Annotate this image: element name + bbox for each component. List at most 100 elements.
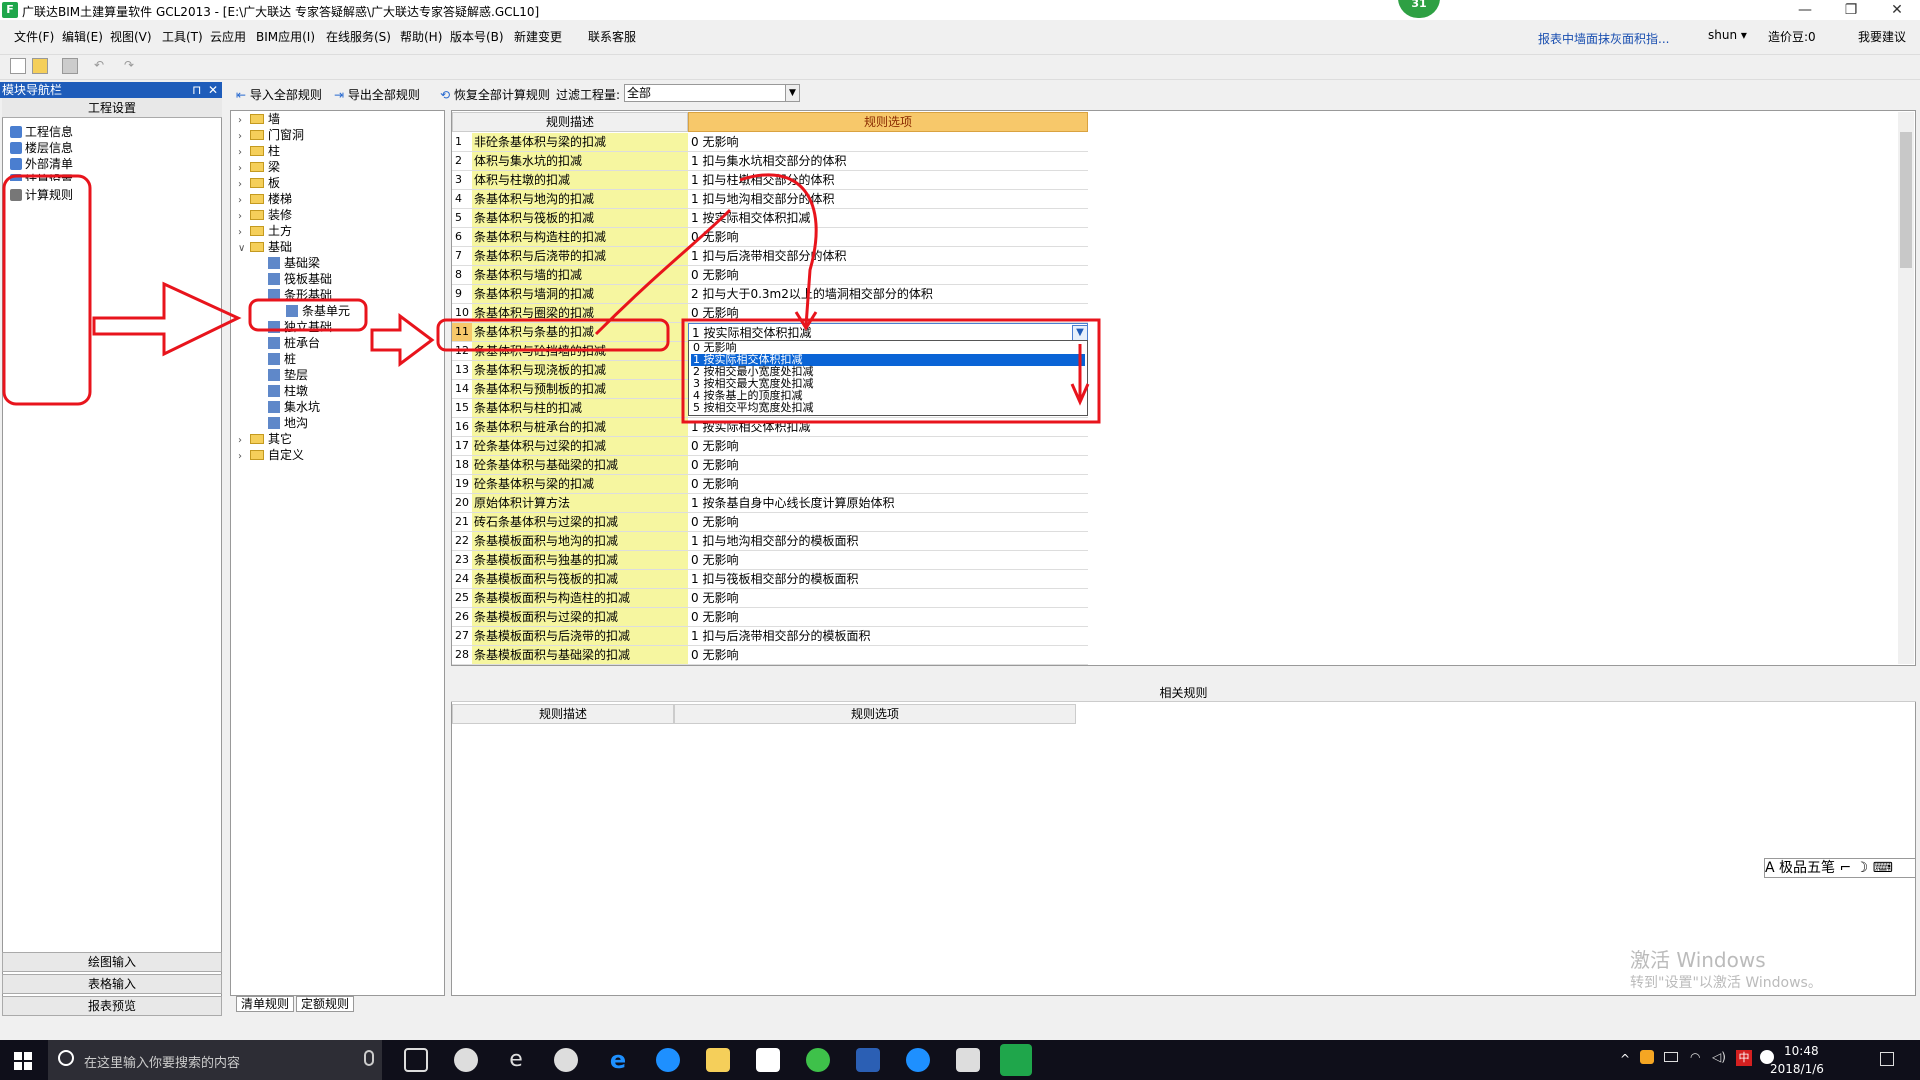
file-explorer-icon[interactable] xyxy=(706,1048,730,1072)
table-row[interactable]: 17 砼条基体积与过梁的扣减 0 无影响 xyxy=(452,437,1088,456)
network-icon[interactable]: ◠ xyxy=(1690,1050,1700,1064)
table-row[interactable]: 8 条基体积与墙的扣减 0 无影响 xyxy=(452,266,1088,285)
tree-node[interactable]: 筏板基础 xyxy=(256,272,332,286)
table-row[interactable]: 24 条基模板面积与筏板的扣减 1 扣与筏板相交部分的模板面积 xyxy=(452,570,1088,589)
tab-quota-rules[interactable]: 定额规则 xyxy=(296,996,355,1012)
news-link[interactable]: 报表中墙面抹灰面积指... xyxy=(1538,30,1669,47)
table-row[interactable]: 28 条基模板面积与基础梁的扣减 0 无影响 xyxy=(452,646,1088,665)
rule-option-cell[interactable]: 1 扣与筏板相交部分的模板面积 xyxy=(688,570,1088,588)
save-icon[interactable] xyxy=(62,58,78,74)
menu-view[interactable]: 视图(V) xyxy=(110,28,152,45)
user-menu[interactable]: shun ▾ xyxy=(1708,28,1747,42)
tree-node[interactable]: 桩 xyxy=(256,352,296,366)
maximize-button[interactable]: ❐ xyxy=(1828,0,1874,20)
table-row[interactable]: 16 条基体积与桩承台的扣减 1 按实际相交体积扣减 xyxy=(452,418,1088,437)
menu-bim[interactable]: BIM应用(I) xyxy=(256,28,315,45)
chevron-down-icon[interactable]: ▼ xyxy=(785,85,799,101)
ime-toolbar[interactable]: A 极品五笔 ⌐ ☽ ⌨ xyxy=(1764,858,1916,878)
menu-new-change[interactable]: 新建变更 xyxy=(514,28,562,45)
ime-tray-indicator[interactable]: 中 xyxy=(1736,1050,1752,1066)
table-row[interactable]: 25 条基模板面积与构造柱的扣减 0 无影响 xyxy=(452,589,1088,608)
chevron-right-icon[interactable]: › xyxy=(238,146,250,160)
tree-node[interactable]: 集水坑 xyxy=(256,400,320,414)
nav-item-calc-settings[interactable]: 计算设置 xyxy=(10,171,73,181)
nav-item-project-info[interactable]: 工程信息 xyxy=(10,123,73,140)
rule-option-dropdown[interactable]: 0 无影响 1 按实际相交体积扣减 2 按相交最小宽度处扣减 3 按相交最大宽度处扣减… xyxy=(688,340,1088,416)
microphone-icon[interactable] xyxy=(364,1050,374,1066)
battery-icon[interactable] xyxy=(1664,1052,1678,1062)
tree-node[interactable]: › 梁 xyxy=(238,160,280,174)
chevron-down-icon[interactable]: ∨ xyxy=(238,242,250,256)
rule-option-cell[interactable]: 1 按实际相交体积扣减 xyxy=(688,209,1088,227)
table-row[interactable]: 20 原始体积计算方法 1 按条基自身中心线长度计算原始体积 xyxy=(452,494,1088,513)
task-view-icon[interactable] xyxy=(404,1048,428,1072)
rule-option-cell[interactable]: 1 扣与后浇带相交部分的体积 xyxy=(688,247,1088,265)
chevron-right-icon[interactable]: › xyxy=(238,434,250,448)
menu-online[interactable]: 在线服务(S) xyxy=(326,28,391,45)
close-icon[interactable]: ✕ xyxy=(208,82,218,98)
menu-file[interactable]: 文件(F) xyxy=(14,28,54,45)
undo-icon[interactable]: ↶ xyxy=(94,58,110,74)
rule-option-cell[interactable]: 0 无影响 xyxy=(688,304,1088,322)
rule-option-cell[interactable]: 0 无影响 xyxy=(688,228,1088,246)
menu-help[interactable]: 帮助(H) xyxy=(400,28,442,45)
filter-select[interactable]: 全部 ▼ xyxy=(624,84,800,102)
clock-time[interactable]: 10:48 xyxy=(1784,1044,1819,1058)
tree-node[interactable]: › 门窗洞 xyxy=(238,128,304,142)
tree-node[interactable]: › 其它 xyxy=(238,432,292,446)
table-row[interactable]: 1 非砼条基体积与梁的扣减 0 无影响 xyxy=(452,133,1088,152)
nav-item-floor-info[interactable]: 楼层信息 xyxy=(10,139,73,156)
rule-option-cell[interactable]: 1 扣与地沟相交部分的模板面积 xyxy=(688,532,1088,550)
import-all-rules-button[interactable]: ⇤ 导入全部规则 xyxy=(236,86,322,103)
restore-all-rules-button[interactable]: ⟲ 恢复全部计算规则 xyxy=(440,86,550,103)
tab-project-settings[interactable]: 工程设置 xyxy=(2,98,222,118)
rule-option-cell[interactable]: 2 扣与大于0.3m2以上的墙洞相交部分的体积 xyxy=(688,285,1088,303)
tree-node[interactable]: › 板 xyxy=(238,176,280,190)
rule-option-cell[interactable]: 1 按实际相交体积扣减 xyxy=(688,323,1088,341)
table-row[interactable]: 9 条基体积与墙洞的扣减 2 扣与大于0.3m2以上的墙洞相交部分的体积 xyxy=(452,285,1088,304)
rule-option-cell[interactable]: 1 扣与柱墩相交部分的体积 xyxy=(688,171,1088,189)
table-row[interactable]: 23 条基模板面积与独基的扣减 0 无影响 xyxy=(452,551,1088,570)
glodon-app-icon[interactable] xyxy=(906,1048,930,1072)
store-icon[interactable] xyxy=(756,1048,780,1072)
tab-table-input[interactable]: 表格输入 xyxy=(2,974,222,994)
tree-node[interactable]: 桩承台 xyxy=(256,336,320,350)
rule-option-cell[interactable]: 0 无影响 xyxy=(688,266,1088,284)
pin-icon[interactable]: ⊓ xyxy=(192,82,201,98)
grid-scrollbar-thumb[interactable] xyxy=(1900,132,1912,268)
rule-option-cell[interactable]: 0 无影响 xyxy=(688,551,1088,569)
table-row[interactable]: 6 条基体积与构造柱的扣减 0 无影响 xyxy=(452,228,1088,247)
table-row[interactable]: 10 条基体积与圈梁的扣减 0 无影响 xyxy=(452,304,1088,323)
chevron-right-icon[interactable]: › xyxy=(238,178,250,192)
menu-cloud[interactable]: 云应用 xyxy=(210,28,246,45)
close-button[interactable]: ✕ xyxy=(1874,0,1920,20)
nav-item-external-list[interactable]: 外部清单 xyxy=(10,155,73,172)
table-row[interactable]: 21 砖石条基体积与过梁的扣减 0 无影响 xyxy=(452,513,1088,532)
fan-app-icon[interactable] xyxy=(454,1048,478,1072)
tree-node[interactable]: ∨ 基础 xyxy=(238,240,292,254)
price-beans[interactable]: 造价豆:0 xyxy=(1768,28,1816,45)
tab-list-rules[interactable]: 清单规则 xyxy=(236,996,295,1012)
tree-node[interactable]: › 墙 xyxy=(238,112,280,126)
table-row[interactable]: 4 条基体积与地沟的扣减 1 扣与地沟相交部分的体积 xyxy=(452,190,1088,209)
rule-option-cell[interactable]: 0 无影响 xyxy=(688,133,1088,151)
table-row[interactable]: 18 砼条基体积与基础梁的扣减 0 无影响 xyxy=(452,456,1088,475)
rule-option-cell[interactable]: 0 无影响 xyxy=(688,589,1088,607)
rule-option-cell[interactable]: 1 按实际相交体积扣减 xyxy=(688,418,1088,436)
nav-item-calc-rules[interactable]: 计算规则 xyxy=(10,186,73,203)
edge-browser-icon[interactable]: e xyxy=(606,1048,630,1072)
table-row[interactable]: 19 砼条基体积与梁的扣减 0 无影响 xyxy=(452,475,1088,494)
ie-browser-icon[interactable]: e xyxy=(504,1048,528,1072)
tree-node[interactable]: 条基单元 xyxy=(274,304,350,318)
tree-node[interactable]: › 自定义 xyxy=(238,448,304,462)
menu-tools[interactable]: 工具(T) xyxy=(162,28,203,45)
table-row[interactable]: 22 条基模板面积与地沟的扣减 1 扣与地沟相交部分的模板面积 xyxy=(452,532,1088,551)
minimize-button[interactable]: — xyxy=(1782,0,1828,20)
clock-date[interactable]: 2018/1/6 xyxy=(1770,1062,1824,1076)
gcl-app-icon[interactable] xyxy=(1000,1044,1032,1076)
rule-option-cell[interactable]: 0 无影响 xyxy=(688,437,1088,455)
tree-node[interactable]: 柱墩 xyxy=(256,384,308,398)
chevron-right-icon[interactable]: › xyxy=(238,210,250,224)
chevron-right-icon[interactable]: › xyxy=(238,194,250,208)
chevron-right-icon[interactable]: › xyxy=(238,450,250,464)
